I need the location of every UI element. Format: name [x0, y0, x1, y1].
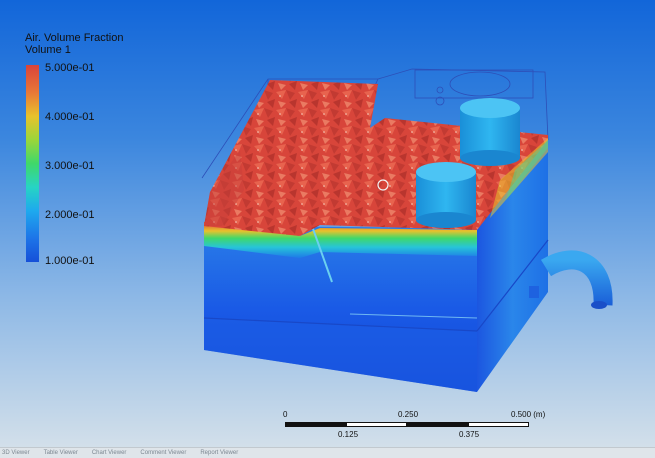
legend-title: Air. Volume Fraction	[25, 32, 124, 44]
scale-segment	[468, 422, 529, 427]
scale-label: 0.250	[398, 410, 419, 419]
scale-label: 0	[283, 410, 288, 419]
scale-segment	[407, 422, 468, 427]
legend-tick-label: 5.000e-01	[45, 62, 95, 74]
viewer-tab-bar: 3D Viewer Table Viewer Chart Viewer Comm…	[0, 447, 655, 458]
tab-table-viewer[interactable]: Table Viewer	[44, 450, 78, 456]
tab-report-viewer[interactable]: Report Viewer	[200, 450, 238, 456]
scale-bar: 0 0.250 0.500 (m) 0.125 0.375	[275, 410, 555, 442]
legend-subtitle: Volume 1	[25, 44, 71, 56]
scale-segment	[346, 422, 407, 427]
inlet-cylinder-back	[460, 98, 520, 166]
legend-tick-label: 4.000e-01	[45, 111, 95, 123]
legend-tick-label: 3.000e-01	[45, 160, 95, 172]
tab-3d-viewer[interactable]: 3D Viewer	[2, 450, 30, 456]
legend-tick-label: 1.000e-01	[45, 255, 95, 267]
scale-label: 0.125	[338, 430, 359, 439]
3d-viewport[interactable]: Air. Volume Fraction Volume 1 5.000e-01 …	[0, 0, 655, 447]
tab-comment-viewer[interactable]: Comment Viewer	[140, 450, 186, 456]
legend-color-bar	[26, 65, 39, 262]
legend-tick-label: 2.000e-01	[45, 209, 95, 221]
tab-chart-viewer[interactable]: Chart Viewer	[92, 450, 127, 456]
scale-label: 0.375	[459, 430, 480, 439]
scale-label: 0.500 (m)	[511, 410, 546, 419]
scale-segment	[285, 422, 346, 427]
inlet-cylinder-front	[416, 162, 476, 228]
color-legend: Air. Volume Fraction Volume 1 5.000e-01 …	[25, 32, 124, 267]
tank-model[interactable]	[0, 0, 655, 447]
